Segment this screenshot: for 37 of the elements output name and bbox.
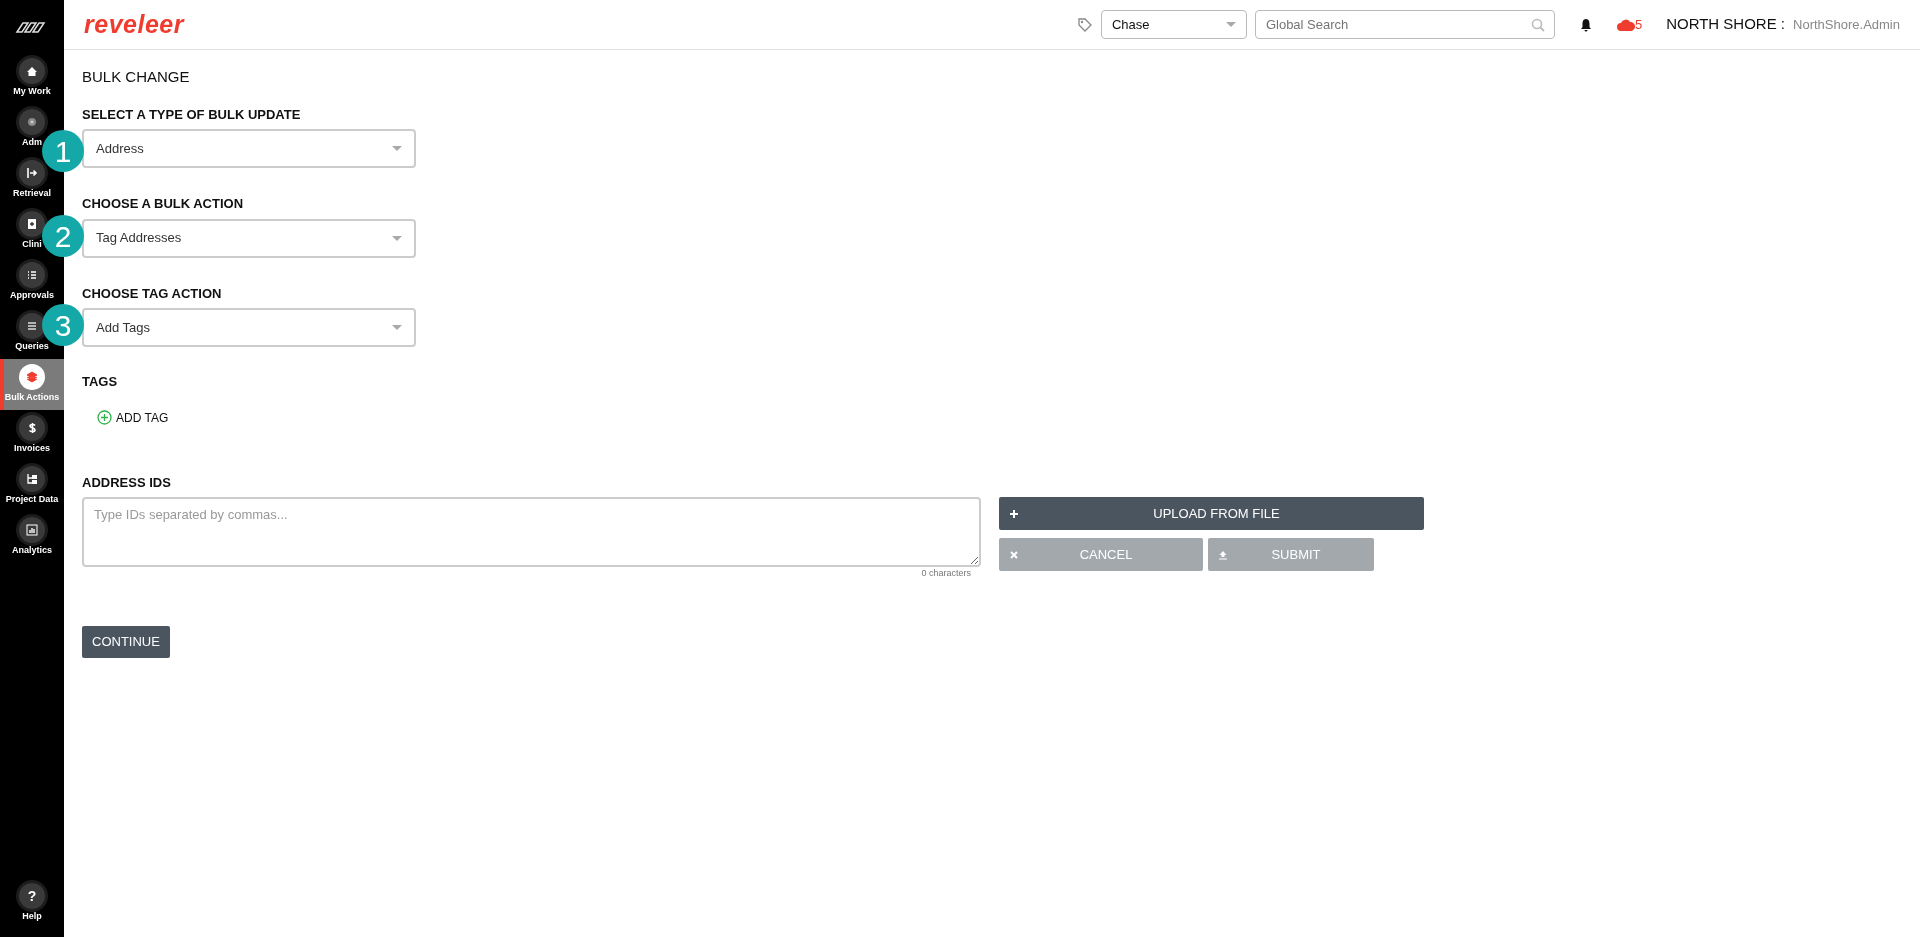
help-icon: ?	[27, 885, 37, 907]
character-count: 0 characters	[921, 567, 971, 580]
upload-button[interactable]: UPLOAD FROM FILE	[999, 497, 1424, 530]
nav-item[interactable]: Invoices	[0, 410, 64, 461]
step-number-tooltip: 1	[42, 130, 84, 172]
step-number-tooltip: 2	[42, 215, 84, 257]
brand-logo[interactable]: reveleer	[84, 5, 184, 44]
select-field[interactable]: Address	[82, 129, 416, 168]
plus-circle-icon	[97, 410, 112, 425]
field-label: CHOOSE A BULK ACTION	[82, 195, 245, 213]
organization-name: NORTH SHORE :	[1666, 14, 1786, 35]
select-field[interactable]: Add Tags	[82, 308, 416, 347]
nav-item[interactable]: Bulk Actions	[0, 359, 64, 410]
user-name[interactable]: NorthShore.Admin	[1793, 14, 1900, 35]
nav-item[interactable]: Project Data	[0, 461, 64, 512]
field-label: TAGS	[82, 373, 119, 391]
upload-icon	[1218, 549, 1228, 560]
bell-icon[interactable]	[1578, 17, 1593, 32]
tag-icon	[1076, 16, 1093, 33]
nav-item[interactable]: Analytics	[0, 512, 64, 563]
ids-textarea[interactable]: Type IDs separated by commas...	[82, 497, 981, 567]
nav-item[interactable]: My Work	[0, 53, 64, 104]
cloud-icon[interactable]	[1616, 18, 1635, 31]
alert-count[interactable]: 5	[1634, 14, 1643, 35]
field-label: ADDRESS IDS	[82, 473, 172, 492]
bar-chart-icon	[24, 522, 40, 539]
search-field[interactable]: Global Search	[1254, 10, 1555, 39]
add-tag-link[interactable]: ADD TAG	[97, 408, 169, 427]
close-icon	[1009, 549, 1019, 560]
help-item[interactable]: ? Help	[0, 878, 64, 929]
page-title: BULK CHANGE	[82, 67, 191, 87]
field-label: SELECT A TYPE OF BULK UPDATE	[82, 105, 302, 124]
continue-button[interactable]: CONTINUE	[82, 625, 170, 658]
field-label: CHOOSE TAG ACTION	[82, 284, 223, 303]
entity-select[interactable]: Chase	[1100, 10, 1247, 39]
select-field[interactable]: Tag Addresses	[82, 218, 416, 258]
plus-icon	[1009, 508, 1019, 519]
